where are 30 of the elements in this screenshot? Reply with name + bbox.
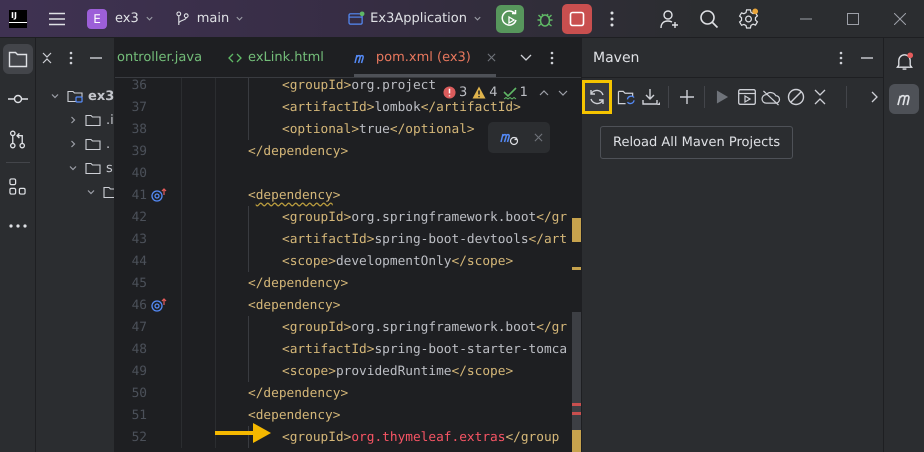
code-line: <scope>providedRuntime</scope> xyxy=(282,364,514,378)
code-line: <scope>developmentOnly</scope> xyxy=(282,254,514,268)
tooltip: Reload All Maven Projects xyxy=(600,126,794,159)
code-line: </dependency> xyxy=(248,144,348,158)
editor-tab[interactable]: ontroller.java xyxy=(117,38,202,77)
code-line: <groupId>org.project xyxy=(282,78,436,92)
project-dropdown[interactable]: ex3 xyxy=(115,11,154,26)
tree-item-label[interactable]: .i xyxy=(106,112,114,128)
inspection-widget[interactable]: 3 4 1 xyxy=(441,85,570,100)
code-line: <optional>true</optional> xyxy=(282,122,475,136)
code-line: <artifactId>spring-boot-starter-tomca xyxy=(282,342,568,356)
branch-dropdown[interactable]: main xyxy=(196,11,244,26)
code-line: <dependency> xyxy=(248,188,340,202)
project-badge[interactable]: E xyxy=(87,8,107,28)
code-line: <groupId>org.springframework.boot</gr xyxy=(282,320,568,334)
editor-tab[interactable]: exLink.html xyxy=(228,38,324,77)
code-line: <groupId>org.springframework.boot</gr xyxy=(282,210,568,224)
code-line: <dependency> xyxy=(248,408,340,422)
code-line: </dependency> xyxy=(248,276,348,290)
app-logo[interactable]: IJ xyxy=(9,10,27,28)
code-line: <groupId>org.thymeleaf.extras</group xyxy=(282,430,560,444)
tree-item-label[interactable]: . xyxy=(106,136,110,152)
panel-title: Maven xyxy=(593,50,640,66)
tree-item-label[interactable]: ex3 xyxy=(88,88,114,104)
code-line: <artifactId>lombok</artifactId> xyxy=(282,100,521,114)
code-line: <dependency> xyxy=(248,298,340,312)
code-line: <artifactId>spring-boot-devtools</art xyxy=(282,232,568,246)
code-line: </dependency> xyxy=(248,386,348,400)
run-config-dropdown[interactable]: Ex3Application xyxy=(370,11,482,26)
tree-item-label[interactable]: s xyxy=(106,160,113,176)
